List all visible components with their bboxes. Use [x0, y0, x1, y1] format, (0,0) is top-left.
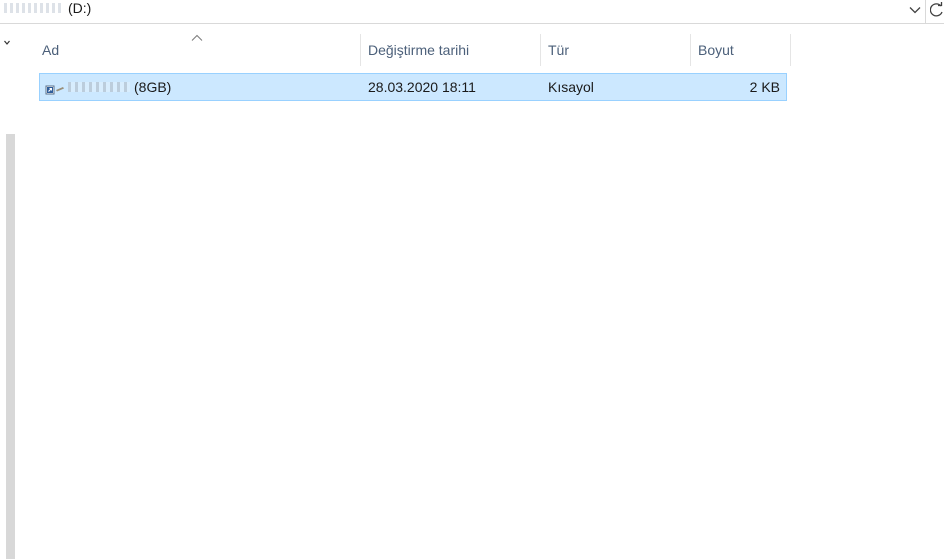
- chevron-down-icon[interactable]: [908, 2, 922, 18]
- navigation-scrollbar[interactable]: [6, 134, 15, 559]
- redacted-file-name: [68, 82, 130, 92]
- file-row[interactable]: (8GB) 28.03.2020 18:11 Kısayol 2 KB: [39, 73, 787, 101]
- column-divider[interactable]: [790, 34, 791, 66]
- file-type: Kısayol: [548, 79, 594, 95]
- file-date-modified: 28.03.2020 18:11: [368, 79, 476, 95]
- redacted-drive-label: [4, 3, 62, 13]
- file-size: 2 KB: [749, 79, 780, 95]
- address-field[interactable]: (D:): [0, 0, 926, 23]
- address-breadcrumb[interactable]: (D:): [4, 0, 91, 18]
- file-name: (8GB): [134, 79, 172, 95]
- address-bar: (D:): [0, 0, 944, 24]
- shortcut-icon: [44, 81, 66, 95]
- column-header-size[interactable]: Boyut: [690, 34, 790, 66]
- column-header-type[interactable]: Tür: [540, 34, 690, 66]
- file-list: Ad Değiştirme tarihi Tür Boyut (8GB) 28.…: [16, 24, 944, 559]
- column-header-date-modified[interactable]: Değiştirme tarihi: [360, 34, 540, 66]
- column-header-name[interactable]: Ad: [34, 34, 360, 66]
- chevron-down-icon[interactable]: [4, 38, 10, 49]
- drive-letter-label: (D:): [68, 0, 92, 16]
- navigation-pane: [0, 24, 16, 559]
- refresh-icon[interactable]: [930, 1, 944, 19]
